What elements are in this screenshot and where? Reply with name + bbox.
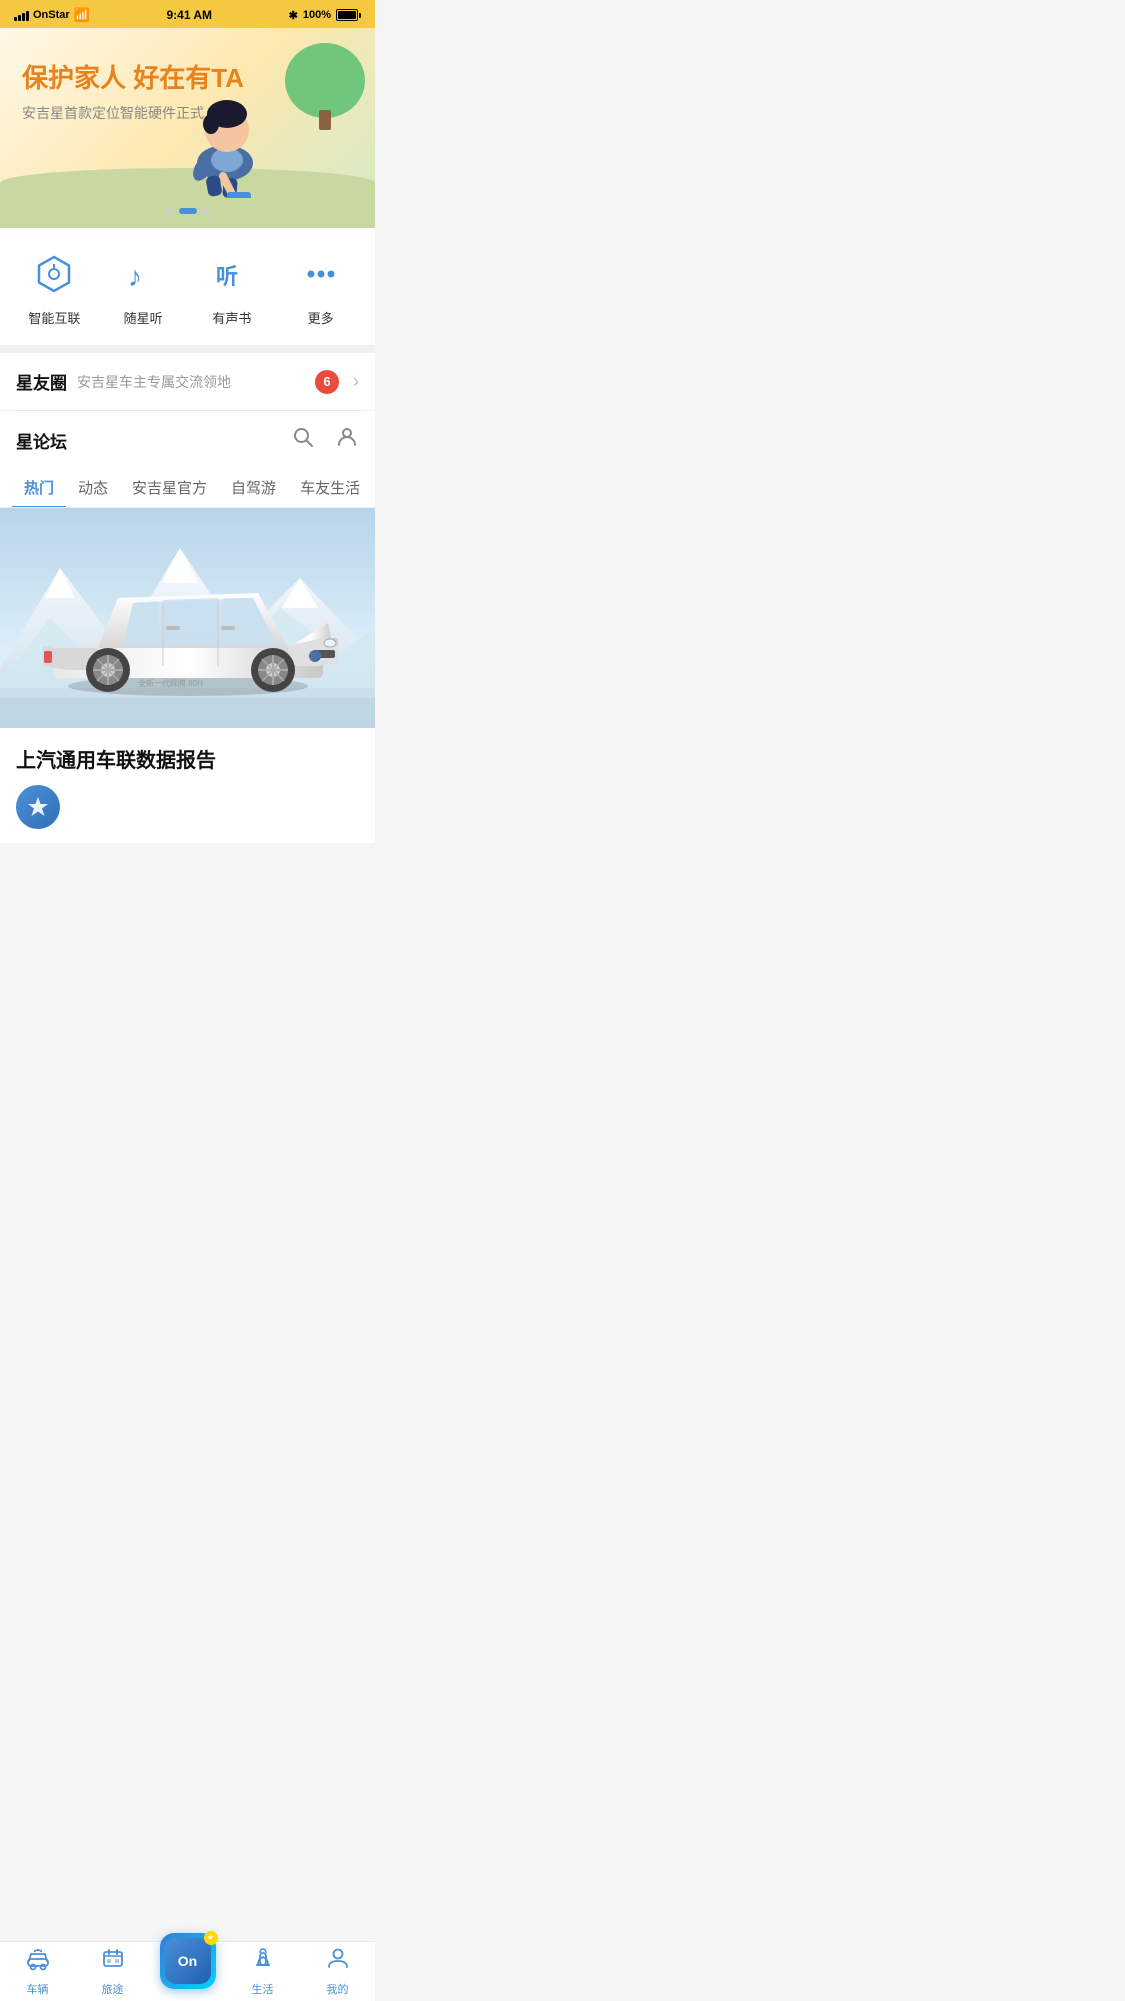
audio-icon: 听: [208, 250, 256, 298]
nav-on-inner: On ★: [165, 1938, 211, 1984]
nav-life[interactable]: 生活: [225, 1945, 300, 1997]
star-circle-title: 星友圈: [16, 369, 67, 394]
notification-badge: 6: [315, 370, 339, 394]
tree-trunk: [319, 110, 331, 130]
tab-dynamic[interactable]: 动态: [66, 469, 120, 508]
tab-more[interactable]: 汽…: [372, 469, 375, 508]
car-illustration: 全新一代辉腾 80H: [18, 538, 358, 698]
battery-percent: 100%: [303, 9, 331, 21]
nav-vehicle[interactable]: 车辆: [0, 1945, 75, 1997]
status-right: ✱ 100%: [289, 9, 361, 22]
svg-text:全新一代辉腾 80H: 全新一代辉腾 80H: [138, 678, 203, 688]
report-section: 上汽通用车联数据报告: [0, 728, 375, 843]
chevron-right-icon: ›: [353, 371, 359, 392]
star-badge: ★: [204, 1931, 218, 1945]
quick-actions: 智能互联 ♪ 随星听 听 有声书: [0, 228, 375, 345]
user-icon[interactable]: [335, 425, 359, 455]
battery-icon: [336, 9, 361, 21]
section-divider-1: [0, 345, 375, 353]
action-label-music: 随星听: [124, 308, 163, 327]
banner-dot-3: [203, 208, 209, 214]
status-bar: OnStar 📶 9:41 AM ✱ 100%: [0, 0, 375, 28]
action-audiobook[interactable]: 听 有声书: [197, 250, 267, 327]
nav-on-text: On: [178, 1953, 197, 1969]
action-music[interactable]: ♪ 随星听: [108, 250, 178, 327]
carrier-label: OnStar: [33, 9, 70, 21]
wifi-icon: 📶: [74, 7, 90, 23]
nav-journey-label: 旅途: [102, 1981, 124, 1997]
nav-life-label: 生活: [252, 1981, 274, 1997]
star-circle-section[interactable]: 星友圈 安吉星车主专属交流领地 6 ›: [0, 353, 375, 410]
child-illustration: [155, 68, 305, 198]
forum-tabs: 热门 动态 安吉星官方 自驾游 车友生活 汽…: [0, 465, 375, 508]
bottom-navigation: 车辆 旅途 On ★: [0, 1941, 375, 2001]
bluetooth-icon: ✱: [289, 9, 298, 22]
action-more[interactable]: 更多: [286, 250, 356, 327]
action-label-audio: 有声书: [212, 308, 251, 327]
search-icon[interactable]: [291, 425, 315, 455]
hero-banner[interactable]: 保护家人 好在有TA 安吉星首款定位智能硬件正式上线: [0, 28, 375, 228]
time-display: 9:41 AM: [166, 8, 212, 22]
car-banner: 全新一代辉腾 80H: [0, 508, 375, 728]
nav-center: On ★: [150, 1953, 225, 1989]
nav-vehicle-label: 车辆: [27, 1981, 49, 1997]
nav-mine-label: 我的: [327, 1981, 349, 1997]
forum-header: 星论坛: [0, 411, 375, 465]
forum-icons: [291, 425, 359, 455]
vehicle-icon: [25, 1945, 51, 1978]
action-label-more: 更多: [308, 308, 334, 327]
report-title: 上汽通用车联数据报告: [16, 744, 359, 773]
journey-icon: [100, 1945, 126, 1978]
action-smart-connect[interactable]: 智能互联: [19, 250, 89, 327]
tab-drive[interactable]: 自驾游: [219, 469, 288, 508]
signal-icon: [14, 9, 29, 21]
tab-hot[interactable]: 热门: [12, 469, 66, 508]
music-icon: ♪: [119, 250, 167, 298]
tab-official[interactable]: 安吉星官方: [120, 469, 219, 508]
star-circle-subtitle: 安吉星车主专属交流领地: [77, 372, 305, 392]
banner-dot-2: [179, 208, 197, 214]
nav-on-button[interactable]: On ★: [160, 1933, 216, 1989]
banner-dot-1: [167, 208, 173, 214]
life-icon: [250, 1945, 276, 1978]
report-icon[interactable]: [16, 785, 60, 829]
nav-mine[interactable]: 我的: [300, 1945, 375, 1997]
status-left: OnStar 📶: [14, 7, 90, 23]
svg-text:听: 听: [216, 264, 238, 289]
more-icon: [297, 250, 345, 298]
hexagon-icon: [30, 250, 78, 298]
mine-icon: [325, 1945, 351, 1978]
banner-dots: [167, 208, 209, 214]
tab-life[interactable]: 车友生活: [288, 469, 372, 508]
action-label-smart: 智能互联: [28, 308, 80, 327]
nav-journey[interactable]: 旅途: [75, 1945, 150, 1997]
forum-title: 星论坛: [16, 428, 291, 453]
svg-text:♪: ♪: [128, 261, 142, 292]
